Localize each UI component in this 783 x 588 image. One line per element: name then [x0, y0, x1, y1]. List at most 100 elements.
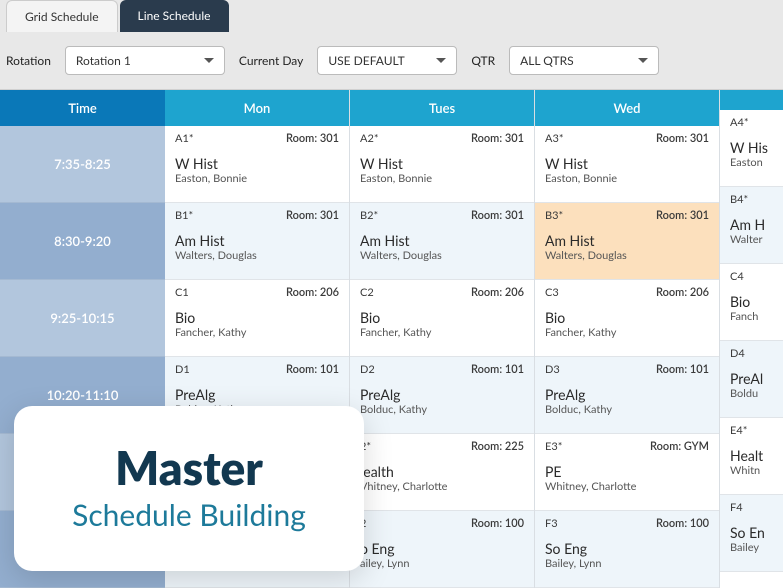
schedule-cell[interactable]: D2 Room: 101 PreAlgBolduc, Kathy [350, 357, 534, 434]
cell-course: PreAl [730, 370, 783, 387]
day-column: A4*W HisEaston B4* Am HWalter C4BioFanch D4 P… [720, 90, 783, 588]
cell-course: PE [545, 463, 709, 480]
schedule-cell[interactable]: C4BioFanch [720, 264, 783, 341]
schedule-cell[interactable]: F4 So EnBailey [720, 495, 783, 572]
schedule-cell[interactable]: F3Room: 100So EngBailey, Lynn [535, 511, 719, 588]
cell-course: Bio [360, 309, 524, 326]
current-day-select[interactable]: USE DEFAULT [317, 46, 457, 75]
cell-room: Room: 301 [471, 132, 524, 145]
schedule-cell[interactable]: B3*Room: 301Am HistWalters, Douglas [535, 203, 719, 280]
schedule-cell[interactable]: B4* Am HWalter [720, 187, 783, 264]
cell-period: E4* [730, 424, 747, 437]
tab-line-schedule[interactable]: Line Schedule [120, 0, 229, 32]
cell-period: A3* [545, 132, 564, 145]
rotation-value: Rotation 1 [76, 53, 131, 68]
cell-course: W Hist [360, 155, 524, 172]
cell-room: Room: 206 [471, 286, 524, 299]
cell-teacher: Fanch [730, 310, 783, 323]
rotation-label: Rotation [6, 53, 51, 68]
schedule-cell[interactable]: A4*W HisEaston [720, 110, 783, 187]
schedule-cell[interactable]: C3Room: 206BioFancher, Kathy [535, 280, 719, 357]
cell-course: lealth [360, 463, 524, 480]
cell-course: Bio [730, 293, 783, 310]
cell-teacher: Bolduc, Kathy [360, 403, 524, 416]
day-header: Mon [165, 90, 349, 126]
time-header: Time [0, 90, 165, 126]
schedule-cell[interactable]: D4 PreAlBoldu [720, 341, 783, 418]
schedule-cell[interactable]: A1*Room: 301W HistEaston, Bonnie [165, 126, 349, 203]
cell-teacher: Walter [730, 233, 783, 246]
cell-period: B2* [360, 209, 378, 222]
cell-period: D1 [175, 363, 190, 376]
caret-down-icon [436, 58, 446, 63]
rotation-select[interactable]: Rotation 1 [65, 46, 225, 75]
cell-course: So En [730, 524, 783, 541]
cell-period: D4 [730, 347, 745, 360]
schedule-cell[interactable]: D3Room: 101PreAlgBolduc, Kathy [535, 357, 719, 434]
cell-teacher: Easton [730, 156, 783, 169]
cell-room: Room: 101 [286, 363, 339, 376]
cell-course: Am Hist [175, 232, 339, 249]
cell-period: B1* [175, 209, 193, 222]
schedule-cell[interactable]: E3*Room: GYMPEWhitney, Charlotte [535, 434, 719, 511]
cell-course: Bio [175, 309, 339, 326]
cell-room: Room: 301 [656, 209, 709, 222]
day-header [720, 90, 783, 110]
cell-teacher: Bailey, Lynn [545, 557, 709, 570]
cell-teacher: Fancher, Kathy [175, 326, 339, 339]
cell-course: o Eng [360, 540, 524, 557]
cell-course: PreAlg [360, 386, 524, 403]
cell-period: D2 [360, 363, 375, 376]
cell-room: Room: 101 [471, 363, 524, 376]
day-header: Wed [535, 90, 719, 126]
schedule-cell[interactable]: C2 Room: 206 BioFancher, Kathy [350, 280, 534, 357]
current-day-label: Current Day [239, 53, 303, 68]
cell-course: W Hist [175, 155, 339, 172]
cell-period: B3* [545, 209, 563, 222]
cell-room: Room: 206 [286, 286, 339, 299]
schedule-cell[interactable]: A2*Room: 301W HistEaston, Bonnie [350, 126, 534, 203]
cell-period: B4* [730, 193, 748, 206]
schedule-cell[interactable]: E4*HealtWhitn [720, 418, 783, 495]
tab-grid-schedule[interactable]: Grid Schedule [6, 0, 118, 32]
controls-bar: Rotation Rotation 1 Current Day USE DEFA… [0, 32, 783, 89]
cell-period: E3* [545, 440, 562, 453]
schedule-cell[interactable]: 2*Room: 225lealthVhitney, Charlotte [350, 434, 534, 511]
cell-teacher: Bailey [730, 541, 783, 554]
cell-room: Room: 301 [286, 132, 339, 145]
overlay-title: Master [115, 445, 263, 491]
schedule-cell[interactable]: B1*Room: 301Am HistWalters, Douglas [165, 203, 349, 280]
day-column: TuesA2*Room: 301W HistEaston, BonnieB2*R… [350, 90, 535, 588]
cell-room: Room: 100 [656, 517, 709, 530]
cell-teacher: Walters, Douglas [175, 249, 339, 262]
cell-teacher: Easton, Bonnie [175, 172, 339, 185]
time-slot: 7:35-8:25 [0, 126, 165, 203]
cell-teacher: Boldu [730, 387, 783, 400]
schedule-cell[interactable]: B2*Room: 301Am HistWalters, Douglas [350, 203, 534, 280]
cell-room: Room: 301 [656, 132, 709, 145]
schedule-cell[interactable]: A3*Room: 301W HistEaston, Bonnie [535, 126, 719, 203]
cell-course: Am H [730, 216, 783, 233]
cell-period: A4* [730, 116, 749, 129]
cell-period: F4 [730, 501, 743, 514]
cell-period: F3 [545, 517, 558, 530]
qtr-value: ALL QTRS [520, 53, 574, 68]
current-day-value: USE DEFAULT [328, 53, 404, 68]
day-header: Tues [350, 90, 534, 126]
cell-room: Room: 101 [656, 363, 709, 376]
cell-course: Healt [730, 447, 783, 464]
cell-period: C2 [360, 286, 374, 299]
cell-teacher: Fancher, Kathy [360, 326, 524, 339]
schedule-cell[interactable]: C1Room: 206BioFancher, Kathy [165, 280, 349, 357]
qtr-select[interactable]: ALL QTRS [509, 46, 659, 75]
cell-teacher: Walters, Douglas [545, 249, 709, 262]
caret-down-icon [638, 58, 648, 63]
overlay-subtitle: Schedule Building [72, 497, 306, 533]
cell-period: C3 [545, 286, 559, 299]
schedule-cell[interactable]: 2Room: 100o Engailey, Lynn [350, 511, 534, 588]
cell-course: W Hist [545, 155, 709, 172]
cell-course: PreAlg [175, 386, 339, 403]
time-slot: 9:25-10:15 [0, 280, 165, 357]
cell-teacher: Vhitney, Charlotte [360, 480, 524, 493]
cell-teacher: Easton, Bonnie [360, 172, 524, 185]
